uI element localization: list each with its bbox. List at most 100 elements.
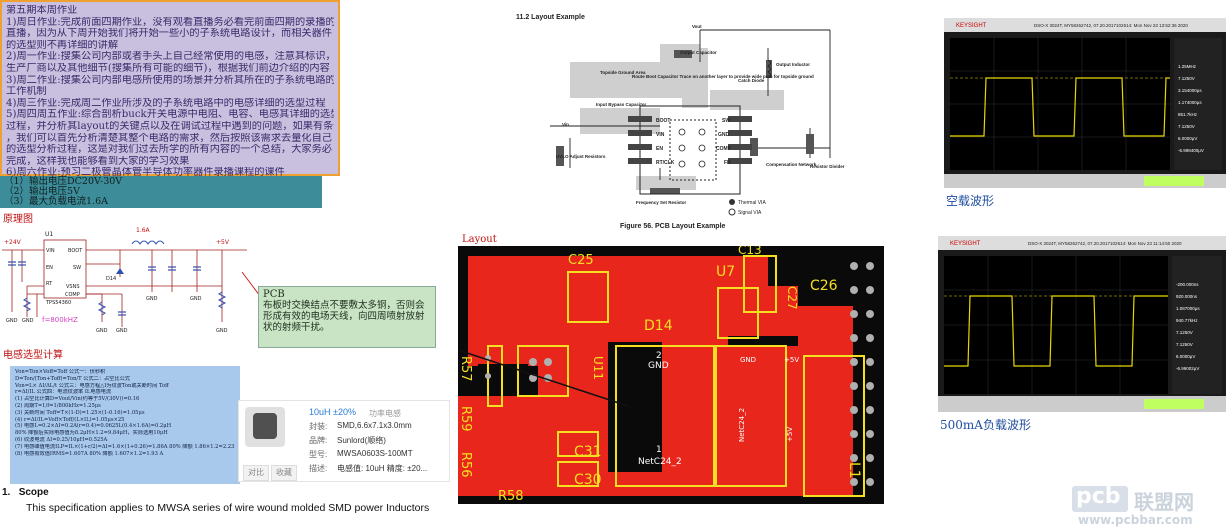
- watermark: pcb 联盟网 www.pcbbar.com: [1072, 484, 1222, 527]
- spec-text: （1）输出电压DC20V-30V （2）输出电压5V （3）最大负载电流1.6A: [4, 177, 318, 207]
- formula-line: (4) r=ΔI/IL=Voff×Toff/(L×IL)=1.05μs×25: [15, 416, 125, 423]
- favorite-button[interactable]: 收藏: [271, 465, 297, 481]
- formula-line: D=Ton/(Ton+Toff)=Ton/T 公式二：占空比公式: [15, 375, 130, 382]
- homework-line: 生产厂商以及其他细节(搜集所有可能的细节)，根据我们前边介绍的内容: [6, 62, 330, 74]
- pin-label-gnd: GND: [718, 132, 730, 138]
- lbl-vout: Vout: [692, 24, 702, 29]
- product-spec-key: 品牌:: [309, 436, 328, 445]
- pcb-label-c30: C30: [574, 472, 602, 488]
- scope-2-readout: 6.0000μV: [1176, 354, 1195, 359]
- formula-line: (6) 纹波电流 ΔI=0.25/10μH=0.525A: [15, 436, 108, 443]
- pin-label-en: EN: [656, 146, 663, 152]
- lbl-freq-set: Frequency Set Resistor: [636, 200, 687, 205]
- scope-1-readout: 851.7kHz: [1178, 112, 1198, 117]
- product-title[interactable]: 10uH ±20%: [309, 407, 356, 417]
- scope-2-readout: -6.99002μV: [1176, 366, 1199, 371]
- layout-example-diagram: 11.2 Layout Example BOOT VIN EN RT/CLK S…: [516, 14, 845, 230]
- scope-1-readout: 1.25MHz: [1178, 64, 1197, 69]
- watermark-name: 联盟网: [1134, 490, 1194, 514]
- pcb-label-d14: D14: [644, 318, 673, 334]
- gnd-label: GND: [22, 318, 34, 324]
- scope-2-readout: 1.087000μs: [1176, 306, 1200, 311]
- scope-1-readout: 6.0000μV: [1178, 136, 1197, 141]
- scope-1-caption: 空载波形: [946, 194, 995, 208]
- homework-line: 4)周三作业:完成周二作业所涉及的子系统电路中的电感详细的选型过程: [6, 97, 326, 109]
- pcb-label-r57: R57: [458, 356, 473, 382]
- scope-2-display: KEYSIGHT DSO-X 3024T, MY58262742, 07.20.…: [938, 236, 1226, 412]
- scope-1-readout: 7.1250V: [1178, 76, 1195, 81]
- pin-comp: COMP: [65, 292, 80, 298]
- formula-text: Von=Ton×Voff=Toff 公式一：伏秒积 D=Ton/(Ton+Toff…: [15, 369, 235, 457]
- product-spec-value: Sunlord(顺络): [337, 436, 386, 445]
- scope-1-display: KEYSIGHT DSO-X 3024T, MY58262742, 07.20.…: [944, 18, 1226, 188]
- scope-2-caption: 500mA负载波形: [940, 418, 1031, 432]
- pcb-note-body: 布板时交换结点不要敷太多铜，否则会 形成有效的电场天线，向四周喷射放射 状的射频干扰…: [263, 300, 431, 333]
- formula-line: (3) 关断时间 Toff=T×(1-D)=1.25×(1-0.16)=1.05…: [15, 409, 145, 416]
- formula-line: Von=Ton×Voff=Toff 公式一：伏秒积: [15, 369, 106, 375]
- pcb-note: PCB 布板时交换结点不要敷太多铜，否则会 形成有效的电场天线，向四周喷射放射 状的…: [258, 286, 436, 348]
- lbl-output-inductor: Output Inductor: [776, 62, 810, 67]
- pcb-layout: C25 C13 C27 C26 U7 D14 U11 R57 R59 R56 R…: [458, 246, 884, 504]
- gnd-label: GND: [190, 296, 202, 302]
- formula-line: (7) 电感峰值电流ILP=IL×(1+r/2)=ΔI=1.6×(1+0.26)…: [15, 443, 235, 450]
- scope-1-brand: KEYSIGHT: [956, 23, 987, 29]
- pcb-label-c13: C13: [738, 246, 762, 257]
- product-card[interactable]: 10uH ±20% 功率电感 封装: SMD,6.6x7.1x3.0mm 品牌: Su…: [238, 400, 450, 482]
- scope-screen-1: KEYSIGHT DSO-X 3024T, MY58262742, 07.20.…: [944, 18, 1226, 188]
- pad-5v-vertical: +5V: [786, 427, 794, 442]
- pad-net-number: 1: [656, 445, 662, 455]
- scope-screen-2: KEYSIGHT DSO-X 3024T, MY58262742, 07.20.…: [938, 236, 1226, 412]
- layout-example-heading: 11.2 Layout Example: [516, 14, 585, 21]
- pad-gnd-number: 2: [656, 351, 662, 361]
- formula-line: r=ΔI/IL 公式四：电流纹波率 IL电感电流: [15, 389, 112, 396]
- scope-2-readout: 7.1250V: [1176, 342, 1193, 347]
- thermal-via-label: Thermal VIA: [738, 200, 766, 206]
- lbl-catch-diode: Catch Diode: [738, 78, 765, 83]
- pin-sw: SW: [73, 265, 81, 271]
- formula-line: (8) 电感有效值IRMS=1.607A 80% 降额 1.607×1.2=1.…: [15, 450, 164, 457]
- vout-label: +5V: [216, 239, 230, 246]
- spec-panel: （1）输出电压DC20V-30V （2）输出电压5V （3）最大负载电流1.6A: [0, 176, 322, 208]
- watermark-brand: pcb: [1076, 484, 1121, 509]
- formula-line: (2) 周期T=1/f=1/800kHz=1.25μs: [15, 402, 101, 409]
- vin-label: +24V: [4, 239, 22, 246]
- lbl-uvlo: UVLO Adjust Resistors: [556, 154, 606, 159]
- inductor-image-core: [253, 413, 277, 439]
- thermal-via-icon: [729, 199, 735, 205]
- pcb-note-line: 形成有效的电场天线，向四周喷射放射: [263, 311, 425, 322]
- gnd-label: GND: [146, 296, 158, 302]
- pcb-label-r56: R56: [458, 452, 473, 478]
- product-spec-value: MWSA0603S-100MT: [337, 449, 413, 458]
- scope-1-readout: 3.154000μs: [1178, 88, 1202, 93]
- formula-panel: Von=Ton×Voff=Toff 公式一：伏秒积 D=Ton/(Ton+Toff…: [10, 366, 240, 484]
- homework-line: 1)周日作业:完成前面四期作业，没有观看直播务必看完前面四期的录播的: [6, 16, 334, 28]
- pcb-label-c31: C31: [574, 444, 602, 460]
- scope-2-model: DSO-X 3024T, MY58262742, 07.20.201710261…: [1028, 241, 1182, 246]
- scope-1-readout: 1.174000μs: [1178, 100, 1202, 105]
- homework-line: 直播，因为从下周开始我们将开始一些小的子系统电路设计，而相关器件: [6, 28, 332, 40]
- formula-line: (5) 电感L=0.2×ΔI=0.2A(r=0.4)=0.0625L(0.4×1…: [15, 423, 172, 430]
- chip-ref: U1: [45, 231, 53, 238]
- signal-via-label: Signal VIA: [738, 210, 762, 216]
- pcb-label-r58: R58: [498, 489, 524, 504]
- product-tag: 功率电感: [369, 409, 401, 418]
- signal-via-icon: [728, 208, 736, 216]
- freq-label: f=800kHZ: [42, 316, 78, 324]
- pin-vsns: VSNS: [66, 284, 80, 290]
- pad-gnd-small: GND: [740, 356, 756, 364]
- layout-example-caption: Figure 56. PCB Layout Example: [620, 223, 726, 230]
- pin-label-fb: FB: [724, 160, 731, 166]
- compare-button[interactable]: 对比: [243, 465, 269, 481]
- homework-line: 过程，并分析其layout的关键点以及在调试过程中遇到的问题，如果有条件: [6, 120, 334, 132]
- scope-text: This specification applies to MWSA serie…: [26, 502, 430, 514]
- schematic-diagram: U1 VIN EN RT BOOT SW VSNS COMP TPS54360 …: [2, 227, 247, 334]
- homework-line: 5)周四周五作业:综合剖析buck开关电源中电阻、电容、电感其详细的选型: [6, 109, 334, 121]
- homework-panel: 第五期本周作业 1)周日作业:完成前面四期作业，没有观看直播务必看完前面四期的录播…: [0, 0, 340, 178]
- pcb-note-line: 布板时交换结点不要敷太多铜，否则会: [263, 300, 425, 311]
- current-label: 1.6A: [136, 227, 151, 234]
- gnd-label: GND: [6, 318, 18, 324]
- chip-part: TPS54360: [45, 300, 71, 306]
- pcb-note-line: 状的射频干扰。: [263, 322, 330, 333]
- pad-net: NetC24_2: [638, 457, 682, 467]
- product-spec-key: 封装:: [309, 422, 328, 431]
